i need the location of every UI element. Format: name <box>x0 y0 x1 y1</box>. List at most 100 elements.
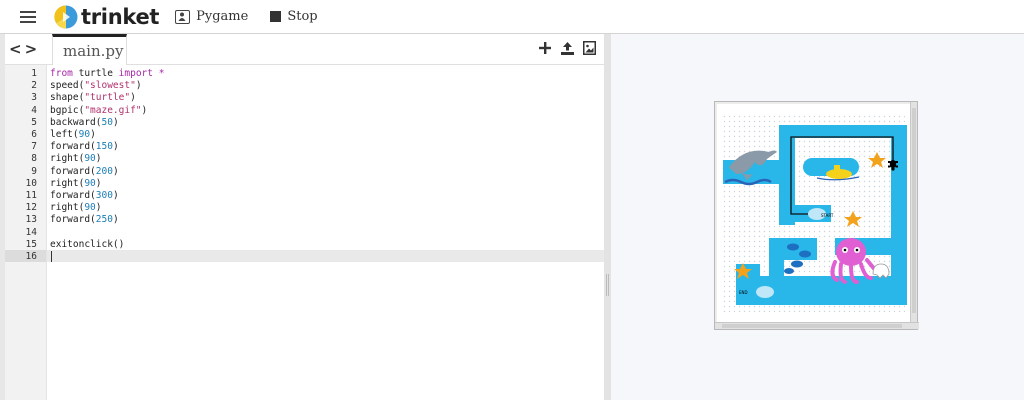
code-token: ) <box>95 177 102 189</box>
code-line[interactable]: speed("slowest") <box>50 80 142 91</box>
bubble-icon <box>756 286 774 298</box>
code-token: 90 <box>84 177 96 189</box>
splitter-grip-icon[interactable] <box>606 274 609 296</box>
code-token: forward( <box>50 141 96 153</box>
code-token: backward( <box>50 116 102 128</box>
code-token: turtle <box>72 68 119 79</box>
vertical-scroll-thumb[interactable] <box>912 108 916 313</box>
line-number: 8 <box>31 153 37 165</box>
stop-icon <box>270 11 282 22</box>
upload-icon[interactable] <box>560 41 574 55</box>
code-token: forward( <box>50 190 96 201</box>
code-token: right( <box>50 177 85 189</box>
code-token: 90 <box>78 129 91 140</box>
canvas-vertical-scrollbar[interactable] <box>910 102 917 324</box>
code-line[interactable]: right(90) <box>50 202 102 213</box>
code-token: forward( <box>50 214 96 226</box>
tab-main-py[interactable]: main.py <box>52 34 127 65</box>
stop-button[interactable]: Stop <box>264 9 318 24</box>
code-line[interactable]: right(90) <box>50 153 102 164</box>
pygame-icon <box>175 9 191 24</box>
line-number-gutter: 1 2 3 4 5 6 7 8 9 10 11 12 13 14 15 16 <box>5 65 47 400</box>
code-token: ) <box>112 190 119 201</box>
code-token: ) <box>112 116 119 128</box>
pane-splitter[interactable] <box>604 34 611 400</box>
line-number: 4 <box>31 104 37 116</box>
line-number: 13 <box>25 214 37 226</box>
code-token: 90 <box>84 153 96 165</box>
trinket-logo-icon <box>54 4 78 29</box>
code-token: exitonclick() <box>50 238 125 250</box>
code-token: ) <box>95 202 102 214</box>
code-token: forward( <box>50 165 96 177</box>
line-number: 10 <box>25 177 37 189</box>
code-line[interactable]: left(90) <box>50 129 96 140</box>
plus-icon[interactable] <box>538 41 552 55</box>
code-line[interactable]: forward(200) <box>50 166 119 177</box>
image-icon[interactable] <box>582 41 596 55</box>
code-token: speed( <box>50 80 85 92</box>
line-number: 7 <box>31 141 37 153</box>
code-token: 90 <box>84 202 96 214</box>
maze-image: START END <box>717 104 911 322</box>
code-token: from <box>50 68 73 79</box>
line-number: 14 <box>25 226 37 238</box>
trinket-app: trinket Pygame Stop <> main.py 1 2 3 4 5… <box>0 0 1024 400</box>
hamburger-icon[interactable] <box>20 10 36 23</box>
stop-label: Stop <box>287 9 318 24</box>
line-number: 2 <box>31 80 37 92</box>
code-line[interactable]: bgpic("maze.gif") <box>50 105 147 116</box>
line-number: 11 <box>25 190 37 201</box>
code-token: right( <box>50 153 85 165</box>
pygame-button[interactable]: Pygame <box>175 9 248 24</box>
code-token: left( <box>50 129 79 140</box>
code-token: ) <box>141 104 148 116</box>
code-token: ) <box>112 141 119 153</box>
code-token: ) <box>130 92 136 104</box>
code-line[interactable]: from turtle import * <box>50 68 164 79</box>
top-toolbar: trinket Pygame Stop <box>0 0 1024 34</box>
pygame-label: Pygame <box>196 9 249 24</box>
turtle-canvas[interactable]: START END <box>717 104 911 322</box>
code-line[interactable]: backward(50) <box>50 117 119 128</box>
tab-actions <box>538 41 596 55</box>
code-token: bgpic( <box>50 104 85 116</box>
brand-name: trinket <box>81 4 160 29</box>
horizontal-scroll-thumb[interactable] <box>722 324 902 328</box>
trinket-logo[interactable]: trinket <box>54 5 159 29</box>
turtle-graphics-window[interactable]: START END <box>714 101 919 330</box>
code-token: ) <box>112 214 119 226</box>
code-area[interactable]: from turtle import * speed("slowest") shap… <box>47 65 604 400</box>
output-pane: START END <box>611 34 1024 400</box>
code-token: "slowest" <box>84 80 136 92</box>
code-line[interactable]: forward(250) <box>50 214 119 225</box>
end-label: END <box>739 290 748 295</box>
line-number: 12 <box>25 202 37 214</box>
code-token: 250 <box>95 214 113 226</box>
code-line[interactable]: right(90) <box>50 178 102 189</box>
code-token: ) <box>135 80 142 92</box>
code-line[interactable]: forward(150) <box>50 141 119 152</box>
text-cursor <box>51 250 52 262</box>
code-token: 150 <box>95 141 113 153</box>
line-number: 5 <box>31 116 37 128</box>
code-line[interactable]: forward(300) <box>50 190 119 201</box>
active-line-highlight <box>47 250 604 262</box>
line-number: 3 <box>31 92 37 104</box>
code-token: import <box>118 68 153 79</box>
file-tab-bar: <> main.py <box>5 34 604 65</box>
start-label: START <box>821 213 834 218</box>
line-number: 16 <box>25 251 37 262</box>
code-token: ) <box>95 153 102 165</box>
code-line[interactable]: exitonclick() <box>50 239 124 250</box>
canvas-horizontal-scrollbar[interactable] <box>715 322 919 329</box>
code-token: ) <box>112 165 119 177</box>
code-editor-pane: <> main.py 1 2 3 4 5 6 7 8 9 10 11 12 13 14 15 16 from … <box>0 34 604 400</box>
code-token: ) <box>90 129 96 140</box>
code-token: "turtle" <box>84 92 131 104</box>
code-token: shape( <box>50 92 85 104</box>
code-nav-icon[interactable]: <> <box>9 40 40 58</box>
code-line[interactable]: shape("turtle") <box>50 92 136 103</box>
line-number: 15 <box>25 238 37 250</box>
code-token: 200 <box>95 165 113 177</box>
